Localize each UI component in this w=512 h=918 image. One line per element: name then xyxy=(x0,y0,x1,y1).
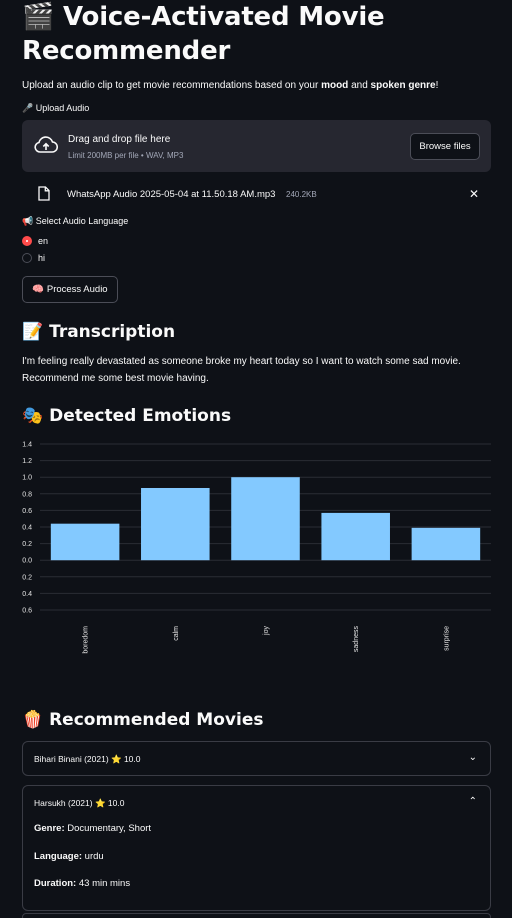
bar-calm xyxy=(141,487,210,561)
radio-selected-icon[interactable] xyxy=(22,235,32,246)
page-title-line2: Recommender xyxy=(22,36,231,66)
movie-expander-partial[interactable] xyxy=(22,913,491,918)
y-tick-label: 0.4 xyxy=(22,525,32,532)
y-tick-label: 1.4 xyxy=(22,442,32,449)
movie-language: Language: urdu xyxy=(34,851,479,879)
y-tick-label: 0.6 xyxy=(22,608,32,615)
dropzone-limit: Limit 200MB per file • WAV, MP3 xyxy=(68,151,184,160)
y-tick-label: 0.0 xyxy=(22,558,32,565)
movie-genre: Genre: Documentary, Short xyxy=(34,823,479,851)
emotions-chart-svg: 1.4 1.2 1.0 0.8 0.6 0.4 0.2 0.0 0.2 0.4 0.6 boredom… xyxy=(22,442,491,654)
intro-text: Upload an audio clip to get movie recomm… xyxy=(22,80,491,91)
movie-title: Harsukh (2021) ⭐ 10.0 xyxy=(34,798,125,808)
language-radio-group: en hi xyxy=(22,232,491,266)
movie-title: Bihari Binani (2021) ⭐ 10.0 xyxy=(34,754,141,764)
language-value: urdu xyxy=(84,850,104,862)
expander-header[interactable]: Harsukh (2021) ⭐ 10.0 ⌃ xyxy=(23,786,490,819)
browse-files-button[interactable]: Browse files xyxy=(410,133,480,160)
radio-unselected-icon[interactable] xyxy=(22,252,32,263)
movies-heading: 🍿 Recommended Movies xyxy=(22,710,264,730)
radio-option-hi[interactable]: hi xyxy=(22,249,491,266)
intro-prefix: Upload an audio clip to get movie recomm… xyxy=(22,80,322,91)
file-dropzone[interactable]: Drag and drop file here Limit 200MB per … xyxy=(22,120,491,172)
file-size: 240.2KB xyxy=(286,190,317,199)
x-tick-label: sadness xyxy=(353,626,360,653)
y-tick-label: 1.0 xyxy=(22,475,32,482)
emotions-heading: 🎭 Detected Emotions xyxy=(22,406,232,426)
transcription-heading: 📝 Transcription xyxy=(22,322,176,342)
transcription-text: I'm feeling really devastated as someone… xyxy=(22,356,461,384)
movie-expander[interactable]: Bihari Binani (2021) ⭐ 10.0 ⌄ xyxy=(22,741,491,776)
duration-label: Duration: xyxy=(34,878,77,889)
radio-label-en: en xyxy=(38,235,49,246)
expander-header[interactable]: Bihari Binani (2021) ⭐ 10.0 ⌄ xyxy=(23,742,490,775)
intro-suffix: ! xyxy=(435,80,439,91)
x-tick-label: surprise xyxy=(443,626,450,651)
x-tick-label: calm xyxy=(173,626,180,641)
uploaded-file: WhatsApp Audio 2025-05-04 at 11.50.18 AM… xyxy=(22,180,491,207)
process-audio-button[interactable]: 🧠 Process Audio xyxy=(22,276,118,303)
bar-surprise xyxy=(411,527,481,561)
file-icon xyxy=(38,186,50,201)
x-tick-label: joy xyxy=(263,626,270,636)
bar-boredom xyxy=(50,523,120,561)
chevron-up-icon[interactable]: ⌃ xyxy=(469,796,477,807)
radio-label-hi: hi xyxy=(38,252,46,263)
intro-middle: and xyxy=(348,80,371,91)
y-tick-label: 0.8 xyxy=(22,491,32,498)
intro-mood: mood xyxy=(321,80,349,91)
duration-value: 43 min mins xyxy=(78,878,131,889)
genre-value: Documentary, Short xyxy=(67,823,152,834)
movie-duration: Duration: 43 min mins xyxy=(34,878,479,906)
clapperboard-icon: 🎬 xyxy=(22,2,55,32)
bar-joy xyxy=(231,477,300,561)
radio-option-en[interactable]: en xyxy=(22,232,491,249)
upload-label: 🎤 Upload Audio xyxy=(22,103,90,113)
emotions-chart: 1.4 1.2 1.0 0.8 0.6 0.4 0.2 0.0 0.2 0.4 0.6 boredom… xyxy=(22,436,491,676)
page-title: 🎬 Voice-Activated Movie Recommender xyxy=(22,0,491,68)
main-content: 🎬 Voice-Activated Movie Recommender Uplo… xyxy=(22,0,491,911)
language-label: 📢 Select Audio Language xyxy=(22,216,129,226)
y-tick-label: 1.2 xyxy=(22,458,32,465)
y-tick-label: 0.2 xyxy=(22,541,32,548)
cloud-upload-icon xyxy=(34,136,58,153)
dropzone-title: Drag and drop file here xyxy=(68,134,171,145)
close-icon[interactable]: ✕ xyxy=(469,187,479,201)
movie-expander[interactable]: Harsukh (2021) ⭐ 10.0 ⌃ Genre: Documenta… xyxy=(22,785,491,911)
bar-sadness xyxy=(321,512,390,561)
intro-genre: spoken genre xyxy=(370,80,436,91)
page-title-line1: Voice-Activated Movie xyxy=(63,2,385,32)
x-tick-label: boredom xyxy=(83,626,90,654)
file-name: WhatsApp Audio 2025-05-04 at 11.50.18 AM… xyxy=(67,189,276,200)
language-field-label: Language: xyxy=(34,850,83,862)
y-tick-label: 0.4 xyxy=(22,591,32,598)
y-tick-label: 0.6 xyxy=(22,508,32,515)
genre-label: Genre: xyxy=(34,823,65,834)
movie-details: Genre: Documentary, Short Language: urdu… xyxy=(23,819,490,910)
y-tick-label: 0.2 xyxy=(22,574,32,581)
chevron-down-icon[interactable]: ⌄ xyxy=(469,752,477,763)
